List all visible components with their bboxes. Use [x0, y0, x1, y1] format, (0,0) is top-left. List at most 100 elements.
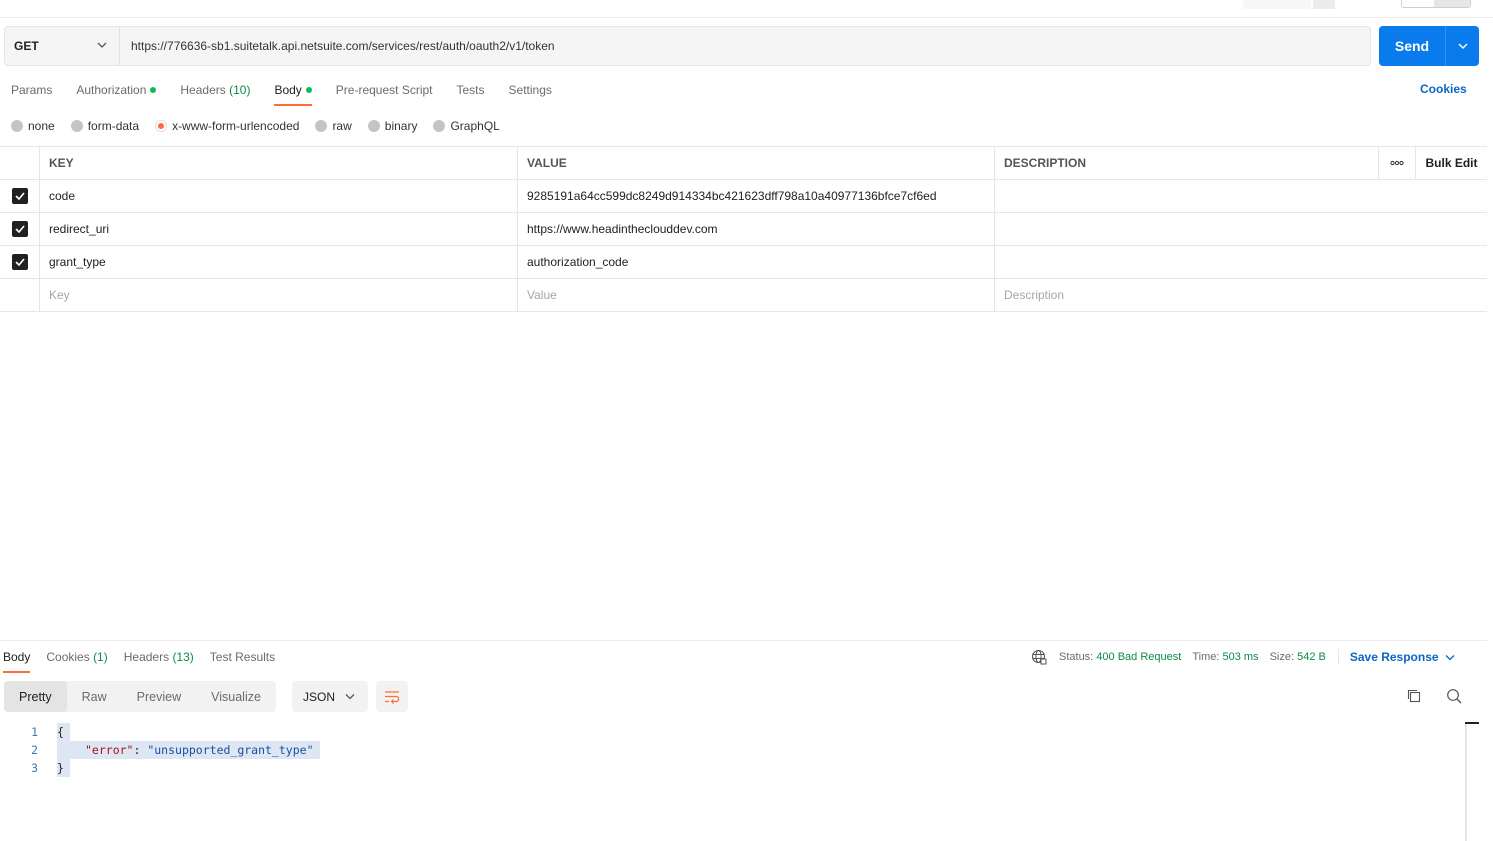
tab-body[interactable]: Body — [274, 80, 313, 106]
radio-label: x-www-form-urlencoded — [172, 119, 300, 133]
globe-icon — [1031, 649, 1047, 665]
row-checkbox[interactable] — [11, 221, 28, 237]
tab-pre-request-script[interactable]: Pre-request Script — [336, 80, 433, 106]
code-text: { — [57, 723, 70, 741]
check-icon — [14, 225, 25, 233]
json-key-token: "error" — [85, 743, 134, 757]
size-label: Size: — [1269, 651, 1295, 663]
radio-binary[interactable]: binary — [367, 119, 418, 133]
tab-response-cookies[interactable]: Cookies (1) — [46, 648, 107, 674]
wrap-lines-button[interactable] — [376, 681, 408, 712]
network-globe-icon[interactable] — [1031, 649, 1047, 665]
tab-response-headers[interactable]: Headers (13) — [124, 648, 194, 674]
tab-label: Headers — [123, 650, 170, 664]
copy-button[interactable] — [1406, 688, 1422, 707]
toolbar-ghost-control — [1243, 0, 1311, 9]
more-options-button[interactable] — [1379, 147, 1416, 179]
view-mode-pretty[interactable]: Pretty — [4, 681, 67, 712]
key-cell[interactable]: grant_type — [40, 246, 518, 278]
time-value[interactable]: 503 ms — [1222, 651, 1258, 663]
cookies-link[interactable]: Cookies — [1420, 82, 1467, 96]
tab-label: Body — [3, 650, 31, 664]
response-status-bar: Status: 400 Bad Request Time: 503 ms Siz… — [1031, 649, 1455, 665]
bulk-edit-button[interactable]: Bulk Edit — [1416, 147, 1487, 179]
key-cell[interactable]: redirect_uri — [40, 213, 518, 245]
key-input[interactable]: Key — [40, 279, 518, 311]
environment-toggle[interactable] — [1401, 0, 1471, 8]
radio-circle — [11, 120, 23, 132]
radio-raw[interactable]: raw — [315, 119, 352, 133]
radio-none[interactable]: none — [11, 119, 55, 133]
radio-graphql[interactable]: GraphQL — [433, 119, 500, 133]
format-label: JSON — [303, 689, 336, 704]
tab-settings[interactable]: Settings — [509, 80, 552, 106]
code-line: 2 "error": "unsupported_grant_type" — [0, 741, 320, 759]
description-cell[interactable] — [995, 246, 1487, 278]
tab-count: (1) — [93, 650, 108, 664]
search-button[interactable] — [1446, 688, 1462, 707]
method-select[interactable]: GET — [5, 27, 120, 65]
format-select[interactable]: JSON — [292, 681, 368, 712]
radio-circle — [315, 120, 328, 132]
view-mode-preview[interactable]: Preview — [122, 681, 196, 712]
tab-test-results[interactable]: Test Results — [210, 648, 275, 674]
body-type-radio-group: none form-data x-www-form-urlencoded raw… — [11, 118, 516, 134]
tab-count: (10) — [229, 83, 251, 97]
tab-label: Body — [274, 83, 302, 97]
radio-label: form-data — [87, 119, 140, 133]
description-cell[interactable] — [995, 213, 1487, 245]
search-icon — [1447, 689, 1462, 704]
description-cell[interactable] — [995, 180, 1487, 212]
line-number: 1 — [31, 725, 38, 739]
status-value[interactable]: 400 Bad Request — [1096, 651, 1181, 663]
tab-label: Cookies — [46, 650, 90, 664]
tab-response-body[interactable]: Body — [3, 648, 31, 674]
save-response-button[interactable]: Save Response — [1350, 650, 1455, 664]
tab-headers[interactable]: Headers (10) — [180, 80, 250, 106]
tab-label: Settings — [508, 83, 552, 97]
line-number: 3 — [31, 761, 38, 775]
key-value-table: KEY VALUE DESCRIPTION Bulk Edit code 928… — [0, 146, 1487, 312]
status-separator — [1337, 649, 1339, 665]
status-label: Status: — [1059, 651, 1094, 663]
value-input[interactable]: Value — [518, 279, 995, 311]
pane-divider[interactable] — [0, 640, 1487, 641]
tab-params[interactable]: Params — [11, 80, 52, 106]
view-mode-raw[interactable]: Raw — [67, 681, 122, 712]
toggle-knob — [1434, 0, 1470, 7]
code-line: 1 { — [0, 723, 320, 741]
tab-authorization[interactable]: Authorization — [76, 80, 157, 106]
response-body-code[interactable]: 1 { 2 "error": "unsupported_grant_type" … — [0, 723, 320, 777]
chevron-down-icon — [1445, 654, 1455, 660]
value-cell[interactable]: https://www.headintheclouddev.com — [518, 213, 995, 245]
send-button[interactable]: Send — [1379, 26, 1446, 66]
radio-x-www-form-urlencoded[interactable]: x-www-form-urlencoded — [155, 119, 299, 133]
row-checkbox[interactable] — [11, 254, 28, 270]
request-url-bar: GET https://776636-sb1.suitetalk.api.net… — [4, 26, 1371, 66]
table-row-new: Key Value Description — [0, 279, 1487, 312]
row-check-cell — [0, 246, 40, 278]
description-input[interactable]: Description — [995, 279, 1487, 311]
radio-label: none — [28, 119, 55, 133]
row-check-cell — [0, 213, 40, 245]
radio-form-data[interactable]: form-data — [70, 119, 140, 133]
value-cell[interactable]: 9285191a64cc599dc8249d914334bc421623dff7… — [518, 180, 995, 212]
tab-tests[interactable]: Tests — [457, 80, 485, 106]
table-row: grant_type authorization_code — [0, 246, 1487, 279]
size-value[interactable]: 542 B — [1297, 651, 1326, 663]
scrollbar-thumb[interactable] — [1465, 722, 1479, 724]
code-text: } — [57, 759, 70, 777]
radio-label: binary — [384, 119, 418, 133]
tab-label: Authorization — [76, 83, 147, 97]
view-mode-visualize[interactable]: Visualize — [196, 681, 276, 712]
value-cell[interactable]: authorization_code — [518, 246, 995, 278]
key-cell[interactable]: code — [40, 180, 518, 212]
url-input[interactable]: https://776636-sb1.suitetalk.api.netsuit… — [120, 27, 1370, 65]
scrollbar-track[interactable] — [1465, 723, 1467, 841]
row-checkbox[interactable] — [11, 188, 28, 204]
radio-circle — [70, 120, 83, 132]
radio-label: raw — [332, 119, 352, 133]
response-view-modes: Pretty Raw Preview Visualize — [4, 681, 276, 712]
send-options-button[interactable] — [1446, 26, 1479, 66]
check-icon — [14, 192, 25, 200]
